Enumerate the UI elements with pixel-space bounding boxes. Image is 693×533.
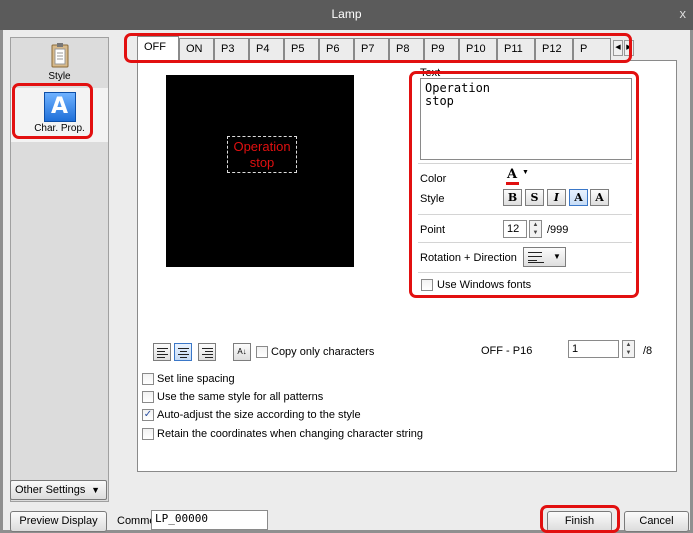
cancel-button[interactable]: Cancel bbox=[624, 511, 689, 532]
copy-characters-icon[interactable]: A↓ bbox=[233, 343, 251, 361]
align-left-button[interactable] bbox=[153, 343, 171, 361]
sidebar-item-style[interactable]: Style bbox=[11, 40, 108, 86]
window-title: Lamp bbox=[331, 7, 362, 21]
preview-line-1: Operation bbox=[233, 139, 291, 154]
highlight-char-prop bbox=[12, 83, 93, 139]
range-max-label: /8 bbox=[643, 345, 653, 357]
close-icon[interactable]: x bbox=[680, 6, 687, 21]
comment-input[interactable]: LP_00000 bbox=[151, 510, 268, 530]
preview-line-2: stop bbox=[249, 155, 275, 170]
auto-adjust-label: Auto-adjust the size according to the st… bbox=[157, 409, 361, 421]
copy-only-characters-checkbox[interactable] bbox=[256, 346, 268, 358]
range-spinner[interactable]: ▲ ▼ bbox=[622, 340, 635, 358]
preview-text[interactable]: Operation stop bbox=[227, 136, 297, 173]
same-style-checkbox[interactable] bbox=[142, 391, 154, 403]
comment-label: Comme bbox=[117, 515, 156, 527]
auto-adjust-checkbox[interactable]: ✓ bbox=[142, 409, 154, 421]
preview-display-button[interactable]: Preview Display bbox=[10, 511, 107, 532]
retain-coordinates-label: Retain the coordinates when changing cha… bbox=[157, 428, 423, 440]
set-line-spacing-label: Set line spacing bbox=[157, 373, 235, 385]
same-style-label: Use the same style for all patterns bbox=[157, 391, 324, 403]
preview-canvas: Operation stop bbox=[166, 75, 354, 267]
other-settings-label: Other Settings bbox=[15, 484, 86, 496]
other-settings-button[interactable]: Other Settings ▼ bbox=[10, 480, 107, 500]
clipboard-icon bbox=[51, 43, 68, 68]
sidebar-item-label: Style bbox=[48, 71, 71, 82]
copy-only-characters-label: Copy only characters bbox=[271, 346, 375, 358]
chevron-down-icon: ▼ bbox=[91, 485, 100, 495]
highlight-text-section bbox=[409, 71, 639, 298]
range-input[interactable]: 1 bbox=[568, 340, 619, 358]
highlight-finish bbox=[540, 505, 620, 533]
highlight-tabs bbox=[124, 33, 632, 63]
set-line-spacing-checkbox[interactable] bbox=[142, 373, 154, 385]
tab-off[interactable]: OFF bbox=[137, 36, 179, 60]
range-label: OFF - P16 bbox=[481, 345, 533, 357]
align-right-button[interactable] bbox=[198, 343, 216, 361]
title-bar: Lamp x bbox=[0, 0, 693, 30]
retain-coordinates-checkbox[interactable] bbox=[142, 428, 154, 440]
align-center-button[interactable] bbox=[174, 343, 192, 361]
